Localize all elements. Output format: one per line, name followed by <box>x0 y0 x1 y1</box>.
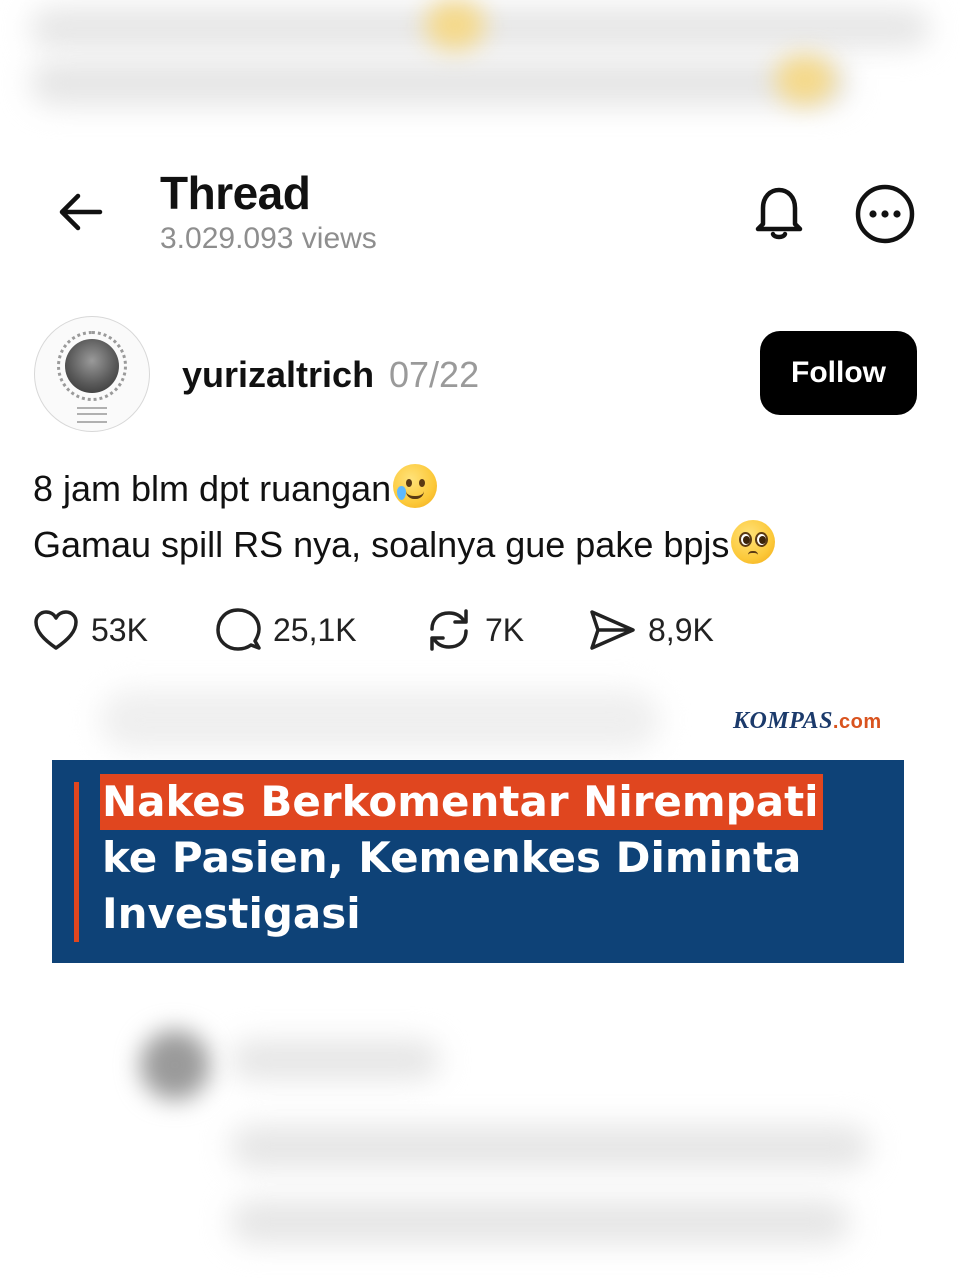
reply-button[interactable]: 25,1K <box>215 606 357 654</box>
blurred-reply-header <box>230 1040 440 1080</box>
blurred-reply-line-2 <box>230 1200 850 1244</box>
comment-icon <box>216 608 261 651</box>
view-count: 3.029.093 views <box>160 222 377 255</box>
headline-line-2: ke Pasien, Kemenkes Diminta <box>102 833 802 882</box>
arrow-left-icon <box>59 193 103 231</box>
headline-line-1: Nakes Berkomentar Nirempati <box>100 774 823 830</box>
send-icon <box>590 610 635 650</box>
news-headline: Nakes Berkomentar Nirempati ke Pasien, K… <box>100 774 892 942</box>
more-icon <box>855 184 915 244</box>
post-text: Gamau spill RS nya, soalnya gue pake bpj… <box>33 524 730 565</box>
logo-suffix: .com <box>832 711 882 733</box>
post-text-line-2: Gamau spill RS nya, soalnya gue pake bpj… <box>33 520 776 566</box>
notification-button[interactable] <box>750 180 808 244</box>
repost-icon <box>430 609 468 651</box>
kompas-logo: KOMPAS.com <box>733 708 882 735</box>
repost-count: 7K <box>485 611 525 648</box>
avatar-photo <box>65 339 119 393</box>
pleading-face-icon <box>731 520 776 564</box>
username[interactable]: yurizaltrich <box>182 354 374 396</box>
like-button[interactable]: 53K <box>33 606 148 654</box>
like-count: 53K <box>91 611 148 648</box>
follow-button[interactable]: Follow <box>760 331 917 415</box>
post-text: 8 jam blm dpt ruangan <box>33 468 392 509</box>
post-text-line-1: 8 jam blm dpt ruangan <box>33 464 438 510</box>
share-count: 8,9K <box>648 611 714 648</box>
avatar-caption-line <box>77 407 107 409</box>
heart-icon <box>34 610 78 650</box>
blurred-background-strip <box>100 690 660 750</box>
bell-icon <box>755 187 803 240</box>
share-button[interactable]: 8,9K <box>588 606 714 654</box>
more-options-button[interactable] <box>853 182 917 246</box>
avatar[interactable] <box>34 316 150 432</box>
blurred-avatar <box>140 1030 210 1100</box>
page-title: Thread <box>160 167 311 219</box>
back-button[interactable] <box>52 188 108 236</box>
blurred-emoji-2 <box>775 55 835 105</box>
post-date: 07/22 <box>389 354 480 395</box>
smiling-face-with-tear-icon <box>393 464 438 508</box>
repost-button[interactable]: 7K <box>425 606 524 654</box>
logo-main: KOMPAS <box>733 708 833 734</box>
blurred-reply-line <box>230 1125 870 1169</box>
avatar-caption-line <box>77 413 107 415</box>
blurred-emoji <box>425 0 485 50</box>
accent-bar <box>74 782 79 942</box>
blurred-previous-content-2 <box>30 60 850 106</box>
avatar-caption-line <box>77 421 107 423</box>
headline-line-3: Investigasi <box>102 889 361 938</box>
reply-count: 25,1K <box>273 611 357 648</box>
